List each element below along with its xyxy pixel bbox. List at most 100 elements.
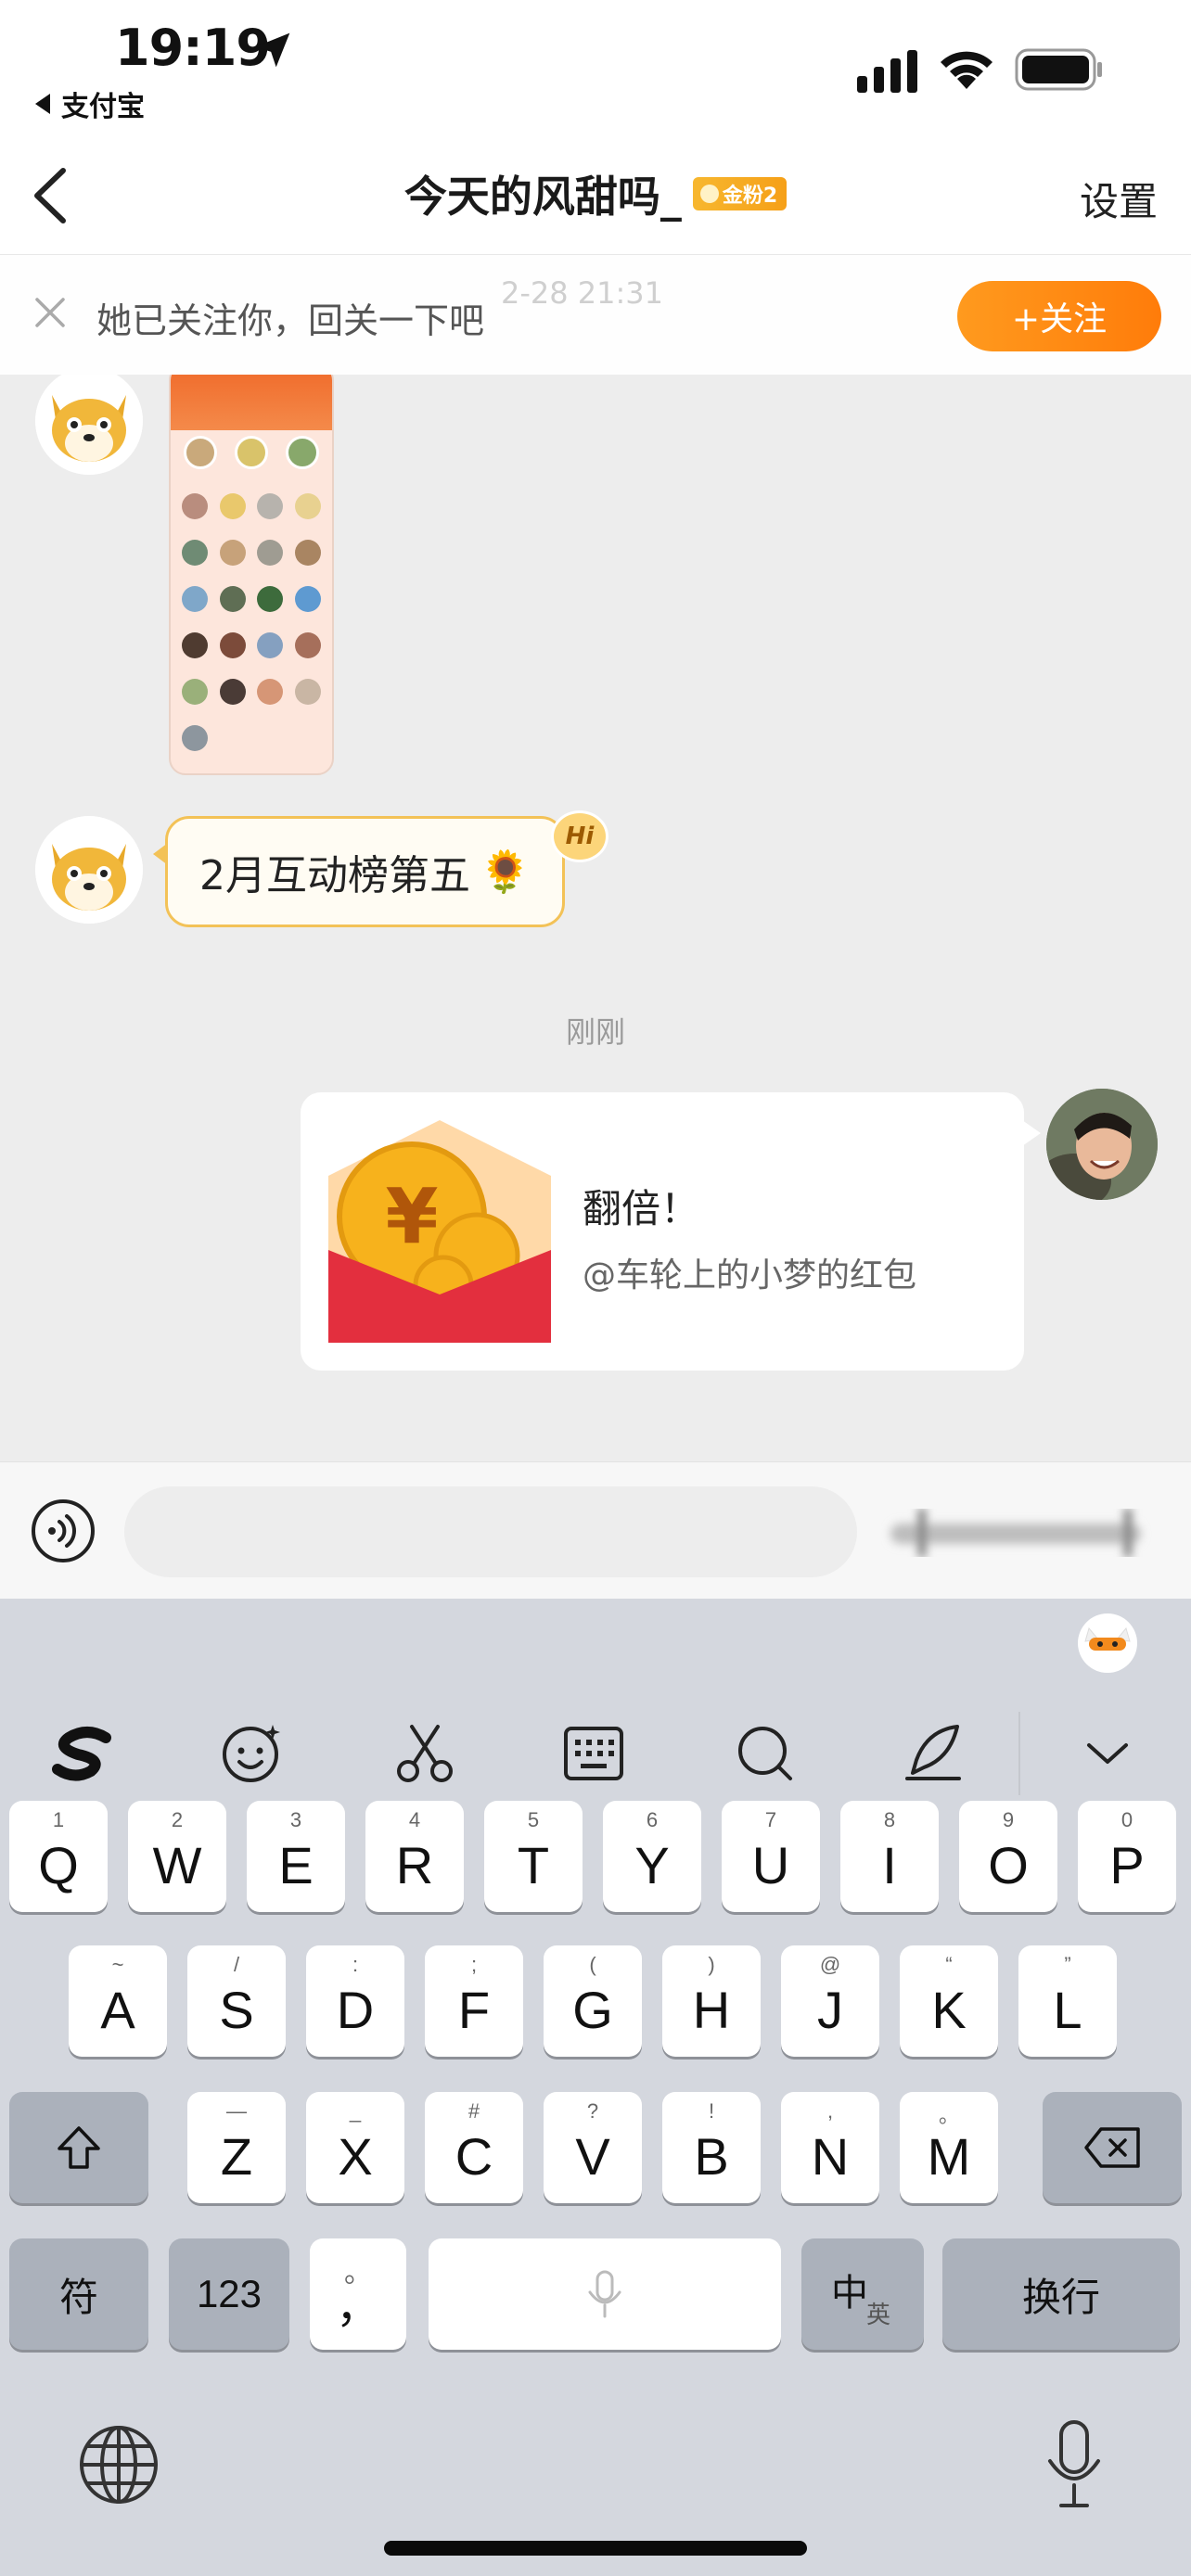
space-key[interactable] <box>429 2238 781 2350</box>
key-i[interactable]: 8I <box>840 1801 939 1912</box>
return-key[interactable]: 换行 <box>942 2238 1180 2350</box>
globe-icon[interactable] <box>76 2422 161 2507</box>
key-g[interactable]: (G <box>544 1945 642 2057</box>
key-secondary-label: , <box>826 2099 834 2123</box>
key-label: V <box>575 2126 610 2186</box>
key-secondary-label: ? <box>586 2099 599 2123</box>
key-o[interactable]: 9O <box>959 1801 1057 1912</box>
search-button[interactable] <box>731 1719 798 1786</box>
key-label: J <box>817 1980 843 2039</box>
voice-input-icon[interactable] <box>30 1498 96 1564</box>
language-switch-key[interactable]: 中 英 <box>801 2238 924 2350</box>
my-avatar[interactable] <box>1046 1089 1158 1200</box>
key-n[interactable]: ,N <box>781 2092 879 2203</box>
key-label: Y <box>634 1835 670 1894</box>
fan-level-badge: 金粉2 <box>692 177 788 210</box>
sogou-logo-button[interactable] <box>50 1719 117 1786</box>
key-label: W <box>152 1835 202 1894</box>
sender-avatar[interactable] <box>35 816 143 924</box>
key-label: E <box>278 1835 314 1894</box>
input-tools-blurred-icon[interactable] <box>881 1509 1159 1557</box>
battery-icon <box>1015 48 1102 91</box>
key-secondary-label: 0 <box>1121 1808 1133 1831</box>
shiba-avatar-icon <box>35 375 143 475</box>
key-h[interactable]: ) H <box>662 1945 761 2057</box>
key-secondary-label: ) <box>708 1953 715 1976</box>
message-input[interactable] <box>124 1486 857 1577</box>
key-secondary-label: 4 <box>408 1808 421 1831</box>
key-z[interactable]: — Z <box>187 2092 286 2203</box>
image-top3-avatars <box>171 430 332 475</box>
key-x[interactable]: _ X <box>306 2092 404 2203</box>
key-label: C <box>455 2126 493 2186</box>
key-t[interactable]: 5T <box>484 1801 583 1912</box>
key-label: Q <box>38 1835 79 1894</box>
key-p[interactable]: 0P <box>1078 1801 1176 1912</box>
status-bar: 19:19 支付宝 <box>0 0 1191 130</box>
symbols-key[interactable]: 符 <box>9 2238 148 2350</box>
handwriting-button[interactable] <box>900 1719 967 1786</box>
chat-message-list[interactable]: 2月互动榜第五 🌻 Hi 刚刚 ¥ 翻倍！ @车轮上的小梦的红包 <box>0 375 1191 1461</box>
image-message-leaderboard[interactable] <box>169 375 334 775</box>
key-l[interactable]: ” L <box>1018 1945 1117 2057</box>
key-a[interactable]: ~ A <box>69 1945 167 2057</box>
key-c[interactable]: # C <box>425 2092 523 2203</box>
incoming-text-bubble[interactable]: 2月互动榜第五 🌻 <box>153 816 565 927</box>
microphone-icon <box>588 2270 621 2318</box>
smiley-icon <box>223 1725 280 1782</box>
delete-key[interactable] <box>1043 2092 1182 2203</box>
search-icon <box>738 1727 792 1780</box>
emoji-button[interactable] <box>219 1719 286 1786</box>
red-packet-message[interactable]: ¥ 翻倍！ @车轮上的小梦的红包 <box>301 1092 1041 1371</box>
settings-button[interactable]: 设置 <box>1080 171 1158 227</box>
key-label: M <box>927 2126 971 2186</box>
quill-pen-icon <box>905 1725 961 1780</box>
dictation-microphone-icon[interactable] <box>1044 2418 1104 2511</box>
clipboard-button[interactable] <box>391 1719 458 1786</box>
key-label: G <box>572 1980 613 2039</box>
key-secondary-label: 。 <box>938 2104 959 2127</box>
key-secondary-label: 6 <box>646 1808 659 1831</box>
back-app-label: 支付宝 <box>61 91 145 123</box>
key-secondary-label: _ <box>349 2099 362 2123</box>
chevron-down-icon <box>1087 1743 1128 1764</box>
numbers-key[interactable]: 123 <box>169 2238 289 2350</box>
back-to-app-link[interactable]: 支付宝 <box>35 83 145 124</box>
location-arrow-icon <box>255 32 290 68</box>
follow-back-banner: 2-28 21:31 她已关注你，回关一下吧 +关注 <box>0 254 1191 375</box>
key-u[interactable]: 7U <box>722 1801 820 1912</box>
keyboard-switch-button[interactable] <box>560 1719 627 1786</box>
back-triangle-icon <box>35 94 50 114</box>
key-q[interactable]: 1Q <box>9 1801 108 1912</box>
key-f[interactable]: ; F <box>425 1945 523 2057</box>
key-secondary-label: ” <box>1064 1953 1071 1976</box>
currency-glyph: ¥ <box>385 1173 438 1261</box>
ime-keyboard: 1 Q 2 W 3 E 4 R 5 T 6 Y 7 U 8 I 9 O 0 P ~ A / S: D; F(G) H @ J “K” L — Z… <box>0 1599 1191 2576</box>
key-j[interactable]: @ J <box>781 1945 879 2057</box>
key-y[interactable]: 6Y <box>603 1801 701 1912</box>
message-text: 2月互动榜第五 <box>199 852 470 899</box>
collapse-keyboard-button[interactable] <box>1074 1719 1141 1786</box>
key-b[interactable]: ! B <box>662 2092 761 2203</box>
key-r[interactable]: 4R <box>365 1801 464 1912</box>
keyboard-mascot-icon[interactable] <box>1076 1612 1139 1675</box>
key-v[interactable]: ? V <box>544 2092 642 2203</box>
key-label: R <box>395 1835 434 1894</box>
shift-key[interactable] <box>9 2092 148 2203</box>
key-k[interactable]: “K <box>900 1945 998 2057</box>
key-m[interactable]: 。 M <box>900 2092 998 2203</box>
key-secondary-label: — <box>226 2099 247 2123</box>
key-s[interactable]: / S <box>187 1945 286 2057</box>
red-packet-subtitle: @车轮上的小梦的红包 <box>583 1256 917 1294</box>
key-e[interactable]: 3E <box>247 1801 345 1912</box>
key-label: H <box>692 1980 731 2039</box>
key-label: F <box>457 1980 491 2039</box>
close-icon[interactable] <box>32 294 69 331</box>
key-d[interactable]: :D <box>306 1945 404 2057</box>
follow-button[interactable]: +关注 <box>957 281 1161 351</box>
sender-avatar[interactable] <box>35 375 143 475</box>
key-label: D <box>336 1980 375 2039</box>
key-label: K <box>931 1980 967 2039</box>
punctuation-key[interactable]: 。 ， <box>310 2238 406 2350</box>
key-w[interactable]: 2W <box>128 1801 226 1912</box>
